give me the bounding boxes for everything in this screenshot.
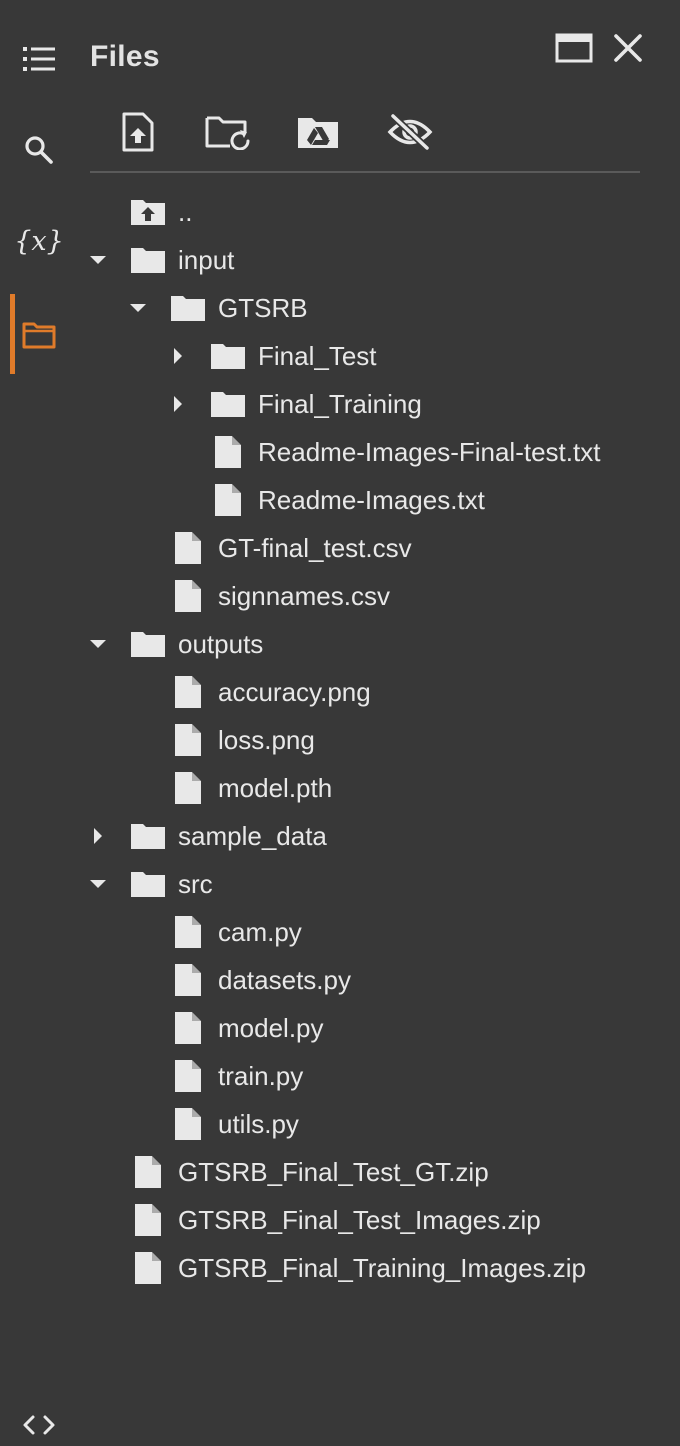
code-snippets-button[interactable] <box>14 1400 64 1446</box>
tree-item-label: Final_Test <box>258 341 377 371</box>
open-in-tab-button[interactable] <box>554 28 594 68</box>
file-icon <box>170 964 206 996</box>
code-brackets-icon <box>22 1414 56 1436</box>
file-icon <box>170 532 206 564</box>
tree-row-folder[interactable]: GTSRB <box>0 284 680 332</box>
mount-drive-button[interactable] <box>293 108 343 156</box>
tree-item-label: model.py <box>218 1013 324 1043</box>
folder-icon <box>130 868 166 900</box>
caret-down-icon[interactable] <box>88 634 108 654</box>
file-icon <box>130 1156 166 1188</box>
refresh-button[interactable] <box>202 108 252 156</box>
tree-item-label: src <box>178 869 213 899</box>
tree-row-file[interactable]: GTSRB_Final_Test_GT.zip <box>0 1148 680 1196</box>
tree-item-label: datasets.py <box>218 965 351 995</box>
file-icon <box>170 772 206 804</box>
tree-item-label: GT-final_test.csv <box>218 533 412 563</box>
caret-down-icon[interactable] <box>128 298 148 318</box>
tree-row-file[interactable]: loss.png <box>0 716 680 764</box>
tree-item-label: .. <box>178 197 193 227</box>
eye-off-icon <box>387 113 433 151</box>
folder-icon <box>130 820 166 852</box>
file-icon <box>210 436 246 468</box>
file-icon <box>130 1204 166 1236</box>
tree-item-label: GTSRB <box>218 293 308 323</box>
tree-row-file[interactable]: Readme-Images.txt <box>0 476 680 524</box>
close-icon <box>613 33 643 63</box>
tree-item-label: signnames.csv <box>218 581 390 611</box>
file-upload-icon <box>121 112 155 152</box>
folder-icon <box>130 244 166 276</box>
search-button[interactable] <box>14 125 64 175</box>
folder-icon <box>130 628 166 660</box>
caret-right-icon[interactable] <box>88 826 108 846</box>
tree-row-file[interactable]: model.pth <box>0 764 680 812</box>
table-of-contents-button[interactable] <box>14 34 64 84</box>
folder-icon <box>210 340 246 372</box>
tree-row-file[interactable]: train.py <box>0 1052 680 1100</box>
tree-row-file[interactable]: GTSRB_Final_Training_Images.zip <box>0 1244 680 1292</box>
file-icon <box>170 1060 206 1092</box>
file-tree: .. input GTSRB Final_Test Final_Training… <box>0 188 680 1292</box>
tree-row-parent[interactable]: .. <box>0 188 680 236</box>
tree-row-file[interactable]: GTSRB_Final_Test_Images.zip <box>0 1196 680 1244</box>
toolbar-divider <box>90 171 640 173</box>
tree-item-label: utils.py <box>218 1109 299 1139</box>
tree-row-file[interactable]: Readme-Images-Final-test.txt <box>0 428 680 476</box>
folder-icon <box>210 388 246 420</box>
tree-item-label: loss.png <box>218 725 315 755</box>
drive-folder-icon <box>297 115 339 149</box>
tree-item-label: GTSRB_Final_Training_Images.zip <box>178 1253 586 1283</box>
window-icon <box>555 33 593 63</box>
upload-file-button[interactable] <box>113 108 163 156</box>
tree-item-label: Readme-Images-Final-test.txt <box>258 437 601 467</box>
tree-item-label: GTSRB_Final_Test_Images.zip <box>178 1205 541 1235</box>
tree-item-label: outputs <box>178 629 264 659</box>
tree-row-file[interactable]: datasets.py <box>0 956 680 1004</box>
panel-title: Files <box>90 40 160 73</box>
tree-item-label: Readme-Images.txt <box>258 485 485 515</box>
tree-row-folder[interactable]: src <box>0 860 680 908</box>
search-icon <box>24 135 54 165</box>
tree-item-label: accuracy.png <box>218 677 371 707</box>
tree-row-file[interactable]: accuracy.png <box>0 668 680 716</box>
tree-item-label: train.py <box>218 1061 304 1091</box>
tree-row-file[interactable]: signnames.csv <box>0 572 680 620</box>
tree-item-label: input <box>178 245 235 275</box>
caret-down-icon[interactable] <box>88 250 108 270</box>
caret-right-icon[interactable] <box>168 394 188 414</box>
caret-right-icon[interactable] <box>168 346 188 366</box>
tree-item-label: Final_Training <box>258 389 422 419</box>
folder-refresh-icon <box>204 114 250 150</box>
file-icon <box>170 1012 206 1044</box>
caret-down-icon[interactable] <box>88 874 108 894</box>
tree-row-file[interactable]: model.py <box>0 1004 680 1052</box>
list-icon <box>23 46 55 72</box>
file-icon <box>210 484 246 516</box>
tree-item-label: GTSRB_Final_Test_GT.zip <box>178 1157 489 1187</box>
close-button[interactable] <box>608 28 648 68</box>
tree-item-label: model.pth <box>218 773 333 803</box>
file-icon <box>170 1108 206 1140</box>
folder-up-icon <box>130 196 166 228</box>
file-icon <box>170 916 206 948</box>
file-icon <box>170 724 206 756</box>
tree-row-folder[interactable]: outputs <box>0 620 680 668</box>
toggle-hidden-files-button[interactable] <box>385 108 435 156</box>
tree-item-label: sample_data <box>178 821 327 851</box>
tree-row-file[interactable]: cam.py <box>0 908 680 956</box>
tree-row-file[interactable]: utils.py <box>0 1100 680 1148</box>
tree-row-folder[interactable]: Final_Training <box>0 380 680 428</box>
tree-item-label: cam.py <box>218 917 302 947</box>
tree-row-file[interactable]: GT-final_test.csv <box>0 524 680 572</box>
tree-row-folder[interactable]: sample_data <box>0 812 680 860</box>
file-icon <box>170 676 206 708</box>
tree-row-folder[interactable]: input <box>0 236 680 284</box>
file-icon <box>170 580 206 612</box>
tree-row-folder[interactable]: Final_Test <box>0 332 680 380</box>
file-icon <box>130 1252 166 1284</box>
folder-icon <box>170 292 206 324</box>
